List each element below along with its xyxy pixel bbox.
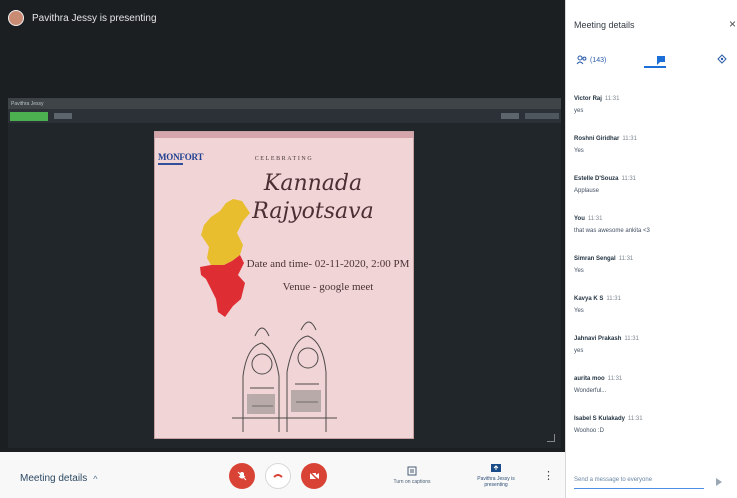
shared-toolbar-item: [54, 113, 72, 119]
message-time: 11:31: [618, 256, 634, 262]
presentation-stage: Pavithra Jessy is presenting Pavithra Je…: [0, 0, 565, 452]
shared-toolbar-item: [501, 113, 519, 119]
chat-message: Estelle D'Souza 11:31 Applause: [574, 176, 724, 216]
active-tab-indicator: [644, 66, 666, 68]
activities-icon: [717, 54, 727, 64]
message-text: Woohoo :D: [574, 428, 604, 434]
event-poster: MONFORT CELEBRATING Kannada Rajyotsava D…: [154, 131, 414, 439]
message-author: Victor Raj: [574, 96, 602, 102]
message-author: Kavya K S: [574, 296, 604, 302]
message-author: You: [574, 216, 585, 222]
message-time: 11:31: [604, 96, 620, 102]
presenting-label: Pavithra Jessy is presenting: [477, 476, 515, 488]
message-text: Yes: [574, 308, 584, 314]
poster-venue: Venue - google meet: [282, 281, 374, 293]
message-text: that was awesome ankita <3: [574, 228, 650, 234]
chat-message-input[interactable]: Send a message to everyone: [574, 477, 704, 489]
call-controls-bar: Meeting details ^ Turn on captions Pavit…: [0, 452, 565, 498]
message-time: 11:31: [628, 416, 643, 422]
captions-button[interactable]: Turn on captions: [384, 466, 440, 485]
presenting-button[interactable]: Pavithra Jessy is presenting: [470, 462, 522, 488]
captions-icon: [407, 466, 417, 476]
message-author: aurita moo: [574, 376, 605, 382]
close-icon[interactable]: ×: [729, 17, 736, 31]
shared-toolbar-green-button: [10, 111, 48, 121]
meeting-details-label: Meeting details: [20, 473, 88, 484]
mic-button[interactable]: [229, 463, 255, 489]
people-count: (143): [590, 56, 607, 64]
hang-up-button[interactable]: [265, 463, 291, 489]
chat-icon: [657, 56, 666, 65]
camera-off-icon: [308, 470, 320, 482]
more-options-icon[interactable]: ⋮: [543, 469, 554, 482]
chat-message: Kavya K S 11:31 Yes: [574, 296, 724, 336]
shared-window-title: Pavithra Jessy: [11, 101, 44, 107]
chat-message: Simran Sengal 11:31 Yes: [574, 256, 724, 296]
message-text: yes: [574, 348, 584, 354]
chat-message: You 11:31 that was awesome ankita <3: [574, 216, 724, 256]
people-icon: [576, 55, 587, 65]
message-text: Wonderful...: [574, 388, 607, 394]
message-text: Applause: [574, 188, 600, 194]
tab-people[interactable]: (143): [576, 54, 606, 66]
message-time: 11:31: [587, 216, 603, 222]
message-text: Yes: [574, 268, 584, 274]
chat-message: aurita moo 11:31 Wonderful...: [574, 376, 724, 416]
presenter-avatar: [8, 10, 24, 26]
message-author: Simran Sengal: [574, 256, 616, 262]
message-author: Estelle D'Souza: [574, 176, 619, 182]
mic-off-icon: [237, 471, 247, 481]
chat-message: Jahnavi Prakash 11:31 yes: [574, 336, 724, 376]
panel-title: Meeting details: [574, 20, 635, 30]
deity-illustration-icon: [232, 321, 337, 432]
message-author: Isabel S Kulakady: [574, 416, 626, 422]
chat-message: Victor Raj 11:31 yes: [574, 96, 724, 136]
tab-chat[interactable]: [655, 54, 667, 66]
phone-hangup-icon: [273, 474, 283, 478]
chevron-up-icon: ^: [93, 473, 98, 484]
camera-button[interactable]: [301, 463, 327, 489]
poster-datetime: Date and time- 02-11-2020, 2:00 PM: [246, 258, 410, 270]
message-time: 11:31: [624, 336, 639, 342]
resize-icon: [547, 434, 555, 442]
shared-window-toolbar: [8, 109, 561, 123]
message-text: yes: [574, 108, 584, 114]
poster-celebrating: CELEBRATING: [254, 156, 314, 162]
present-icon: [491, 464, 501, 472]
meeting-details-button[interactable]: Meeting details ^: [20, 473, 98, 484]
chat-message-list: Victor Raj 11:31 yes Roshni Giridhar 11:31…: [574, 96, 724, 456]
chat-input-placeholder: Send a message to everyone: [574, 477, 653, 483]
message-author: Jahnavi Prakash: [574, 336, 622, 342]
shared-toolbar-right: [525, 113, 559, 119]
tab-activities[interactable]: [716, 54, 728, 66]
shared-window-titlebar: Pavithra Jessy: [8, 99, 561, 109]
poster-title-line1: Kannada: [263, 171, 363, 196]
chat-message: Roshni Giridhar 11:31 Yes: [574, 136, 724, 176]
message-time: 11:31: [621, 176, 637, 182]
message-time: 11:31: [622, 136, 637, 142]
send-icon[interactable]: [716, 478, 724, 486]
message-text: Yes: [574, 148, 584, 154]
presenter-banner: Pavithra Jessy is presenting: [8, 10, 157, 26]
captions-label: Turn on captions: [393, 479, 431, 485]
presenter-label: Pavithra Jessy is presenting: [32, 12, 157, 24]
message-author: Roshni Giridhar: [574, 136, 620, 142]
message-time: 11:31: [606, 296, 621, 302]
meeting-details-panel: Meeting details × (143) Victor Raj11:31: [565, 0, 737, 498]
message-time: 11:31: [607, 376, 623, 382]
chat-message: Isabel S Kulakady 11:31 Woohoo :D: [574, 416, 724, 456]
